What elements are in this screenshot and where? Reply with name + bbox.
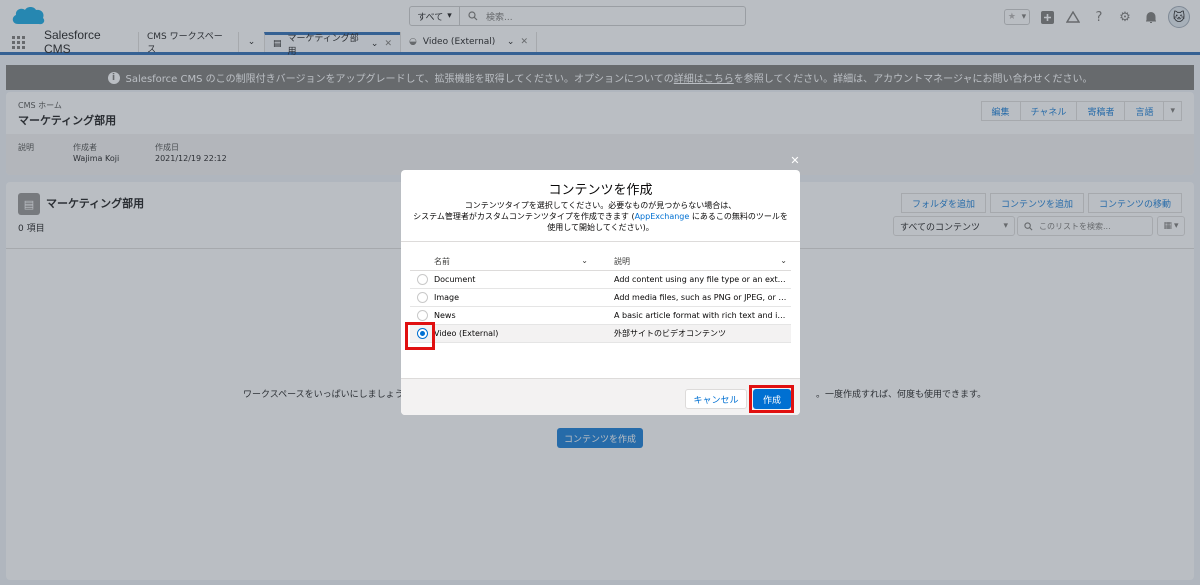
modal-header: コンテンツを作成 コンテンツタイプを選択してください。必要なものが見つからない場… <box>401 170 800 242</box>
row-radio-image[interactable] <box>416 292 428 303</box>
chevron-down-icon: ⌄ <box>780 255 787 265</box>
column-header-name[interactable]: 名前 ⌄ <box>434 256 592 267</box>
table-header-row: 名前 ⌄ 説明 ⌄ <box>410 252 791 271</box>
chevron-down-icon: ⌄ <box>581 255 588 265</box>
modal-title: コンテンツを作成 <box>548 182 653 197</box>
table-row-selected[interactable]: Video (External) 外部サイトのビデオコンテンツ <box>410 325 791 343</box>
cancel-button[interactable]: キャンセル <box>685 389 747 409</box>
modal-footer: キャンセル 作成 <box>401 378 800 415</box>
modal-description: コンテンツタイプを選択してください。必要なものが見つからない場合は、 システム管… <box>413 201 788 232</box>
row-radio-news[interactable] <box>416 310 428 321</box>
row-name: Image <box>434 293 460 302</box>
create-content-modal: コンテンツを作成 コンテンツタイプを選択してください。必要なものが見つからない場… <box>401 170 800 415</box>
row-name: News <box>434 311 456 320</box>
table-row[interactable]: News A basic article format with rich te… <box>410 307 791 325</box>
row-name: Video (External) <box>434 329 499 338</box>
create-button[interactable]: 作成 <box>753 389 791 409</box>
row-description: Add content using any file type or an ex… <box>614 275 791 284</box>
table-row[interactable]: Image Add media files, such as PNG or JP… <box>410 289 791 307</box>
row-description: A basic article format with rich text an… <box>614 311 791 320</box>
column-header-description[interactable]: 説明 ⌄ <box>592 256 791 267</box>
table-row[interactable]: Document Add content using any file type… <box>410 271 791 289</box>
row-radio-video-external[interactable] <box>416 328 428 339</box>
modal-close-icon[interactable]: ✕ <box>788 153 802 167</box>
row-description: Add media files, such as PNG or JPEG, or… <box>614 293 791 302</box>
appexchange-link[interactable]: AppExchange <box>635 212 690 221</box>
row-radio-document[interactable] <box>416 274 428 285</box>
row-description: 外部サイトのビデオコンテンツ <box>614 329 726 338</box>
row-name: Document <box>434 275 476 284</box>
content-type-table: 名前 ⌄ 説明 ⌄ Document Add content using any… <box>410 252 791 343</box>
